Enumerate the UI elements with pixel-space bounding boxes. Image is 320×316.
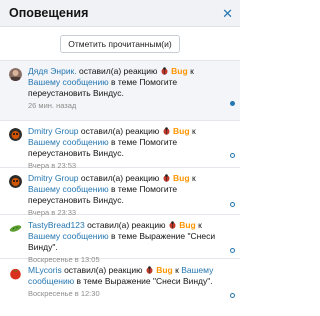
user-link[interactable]: Dmitry Group: [28, 126, 79, 136]
notification-item[interactable]: Дядя Энрик. оставил(а) реакцию Bug к Ваш…: [0, 61, 240, 121]
action-text: оставил(а) реакцию: [80, 126, 160, 136]
unread-dot[interactable]: [230, 101, 235, 106]
target-link[interactable]: Вашему сообщению: [28, 231, 109, 241]
target-link[interactable]: Вашему сообщению: [28, 77, 109, 87]
notification-text: MLycoris оставил(а) реакцию Bug к Вашему…: [28, 265, 224, 299]
reaction-name: Bug: [171, 66, 188, 76]
mark-read-dot[interactable]: [230, 248, 235, 253]
notifications-panel: Оповещения ✕ Отметить прочитанным(и) Дяд…: [0, 0, 240, 316]
cucumber-avatar-icon[interactable]: [9, 222, 22, 235]
action-text: оставил(а) реакцию: [64, 265, 143, 275]
reaction-name: Bug: [156, 265, 173, 275]
bug-icon: [163, 174, 170, 182]
bug-icon: [146, 266, 153, 274]
notification-text: Dmitry Group оставил(а) реакцию Bug к Ва…: [28, 173, 224, 218]
mark-read-button[interactable]: Отметить прочитанным(и): [60, 34, 180, 53]
to-text: к: [191, 126, 196, 136]
notification-text: Дядя Энрик. оставил(а) реакцию Bug к Ваш…: [28, 66, 224, 111]
face-avatar-icon[interactable]: [9, 68, 22, 81]
mark-read-dot[interactable]: [230, 202, 235, 207]
monster-avatar-icon[interactable]: [9, 128, 22, 141]
reaction-name: Bug: [179, 220, 196, 230]
close-icon[interactable]: ✕: [222, 7, 233, 20]
action-text: оставил(а) реакцию: [80, 173, 160, 183]
user-link[interactable]: Дядя Энрик.: [28, 66, 77, 76]
mark-read-row: Отметить прочитанным(и): [0, 27, 240, 60]
user-link[interactable]: Dmitry Group: [28, 173, 79, 183]
target-link[interactable]: Вашему сообщению: [28, 137, 109, 147]
mark-read-dot[interactable]: [230, 153, 235, 158]
tomato-avatar-icon[interactable]: [9, 267, 22, 280]
to-text: к: [198, 220, 202, 230]
notification-time: Воскресенье в 12:30: [28, 289, 100, 298]
user-link[interactable]: TastyBread123: [28, 220, 85, 230]
thread-text: в теме Выражение "Снеси Винду".: [76, 276, 213, 286]
notification-item[interactable]: MLycoris оставил(а) реакцию Bug к Вашему…: [0, 259, 240, 305]
reaction-name: Bug: [173, 126, 190, 136]
to-text: к: [191, 173, 196, 183]
notification-text: Dmitry Group оставил(а) реакцию Bug к Ва…: [28, 126, 224, 171]
reaction-name: Bug: [173, 173, 190, 183]
to-text: к: [190, 66, 194, 76]
notification-list: Дядя Энрик. оставил(а) реакцию Bug к Ваш…: [0, 60, 240, 305]
panel-title: Оповещения: [9, 6, 89, 20]
notification-item[interactable]: Dmitry Group оставил(а) реакцию Bug к Ва…: [0, 121, 240, 171]
notification-item[interactable]: TastyBread123 оставил(а) реакцию Bug к В…: [0, 215, 240, 264]
to-text: к: [175, 265, 179, 275]
monster-avatar-icon[interactable]: [9, 175, 22, 188]
notifications-header: Оповещения ✕: [0, 0, 240, 27]
bug-icon: [169, 221, 176, 229]
bug-icon: [163, 127, 170, 135]
action-text: оставил(а) реакцию: [79, 66, 158, 76]
notification-time: 26 мин. назад: [28, 101, 77, 110]
notification-item[interactable]: Dmitry Group оставил(а) реакцию Bug к Ва…: [0, 168, 240, 218]
target-link[interactable]: Вашему сообщению: [28, 184, 109, 194]
user-link[interactable]: MLycoris: [28, 265, 62, 275]
mark-read-dot[interactable]: [230, 293, 235, 298]
action-text: оставил(а) реакцию: [87, 220, 166, 230]
bug-icon: [161, 67, 168, 75]
